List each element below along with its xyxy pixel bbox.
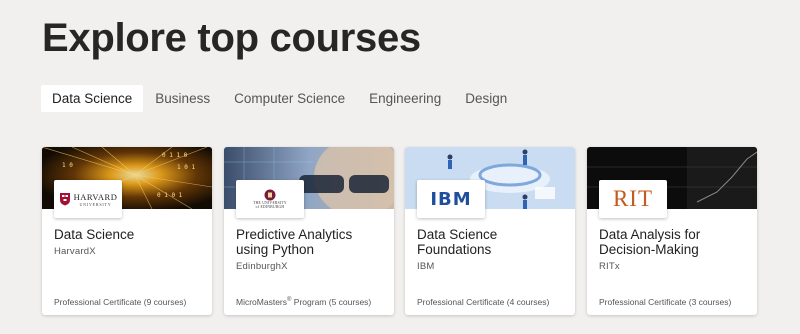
page-title: Explore top courses xyxy=(42,16,421,60)
course-title: Data Science Foundations xyxy=(417,227,498,257)
rit-logo: RIT xyxy=(599,180,667,218)
course-title: Data Analysis for Decision-Making xyxy=(599,227,701,257)
edinburgh-crest-icon xyxy=(264,189,276,201)
tab-design[interactable]: Design xyxy=(453,85,519,112)
course-type: Professional Certificate (9 courses) xyxy=(54,297,187,307)
course-card-data-analysis[interactable]: RIT Data Analysis for Decision-Making RI… xyxy=(587,147,757,315)
course-org: HarvardX xyxy=(54,246,96,257)
tab-engineering[interactable]: Engineering xyxy=(357,85,453,112)
harvard-logo: HARVARD UNIVERSITY xyxy=(54,180,122,218)
subject-tabs: Data Science Business Computer Science E… xyxy=(41,85,519,112)
course-org: RITx xyxy=(599,261,620,272)
svg-text:1 0: 1 0 xyxy=(62,162,73,169)
course-type: Professional Certificate (3 courses) xyxy=(599,297,732,307)
tab-business[interactable]: Business xyxy=(143,85,222,112)
course-title: Predictive Analytics using Python xyxy=(236,227,353,257)
course-card-data-science-foundations[interactable]: IBM Data Science Foundations IBM Profess… xyxy=(405,147,575,315)
course-org: EdinburghX xyxy=(236,261,288,272)
svg-text:0 1 0 1: 0 1 0 1 xyxy=(157,192,183,199)
course-card-predictive-analytics[interactable]: THE UNIVERSITY of EDINBURGH Predictive A… xyxy=(224,147,394,315)
tab-data-science[interactable]: Data Science xyxy=(41,85,144,112)
course-card-data-science[interactable]: 0 1 1 0 1 0 1 0 1 0 1 1 0 HARVARD UNIVERSI… xyxy=(42,147,212,315)
course-type: Professional Certificate (4 courses) xyxy=(417,297,550,307)
svg-text:1 0 1: 1 0 1 xyxy=(177,164,195,171)
svg-text:0 1 1 0: 0 1 1 0 xyxy=(162,152,188,159)
tab-computer-science[interactable]: Computer Science xyxy=(222,85,357,112)
course-org: IBM xyxy=(417,261,435,272)
course-type: MicroMasters® Program (5 courses) xyxy=(236,297,372,307)
course-title: Data Science xyxy=(54,227,135,242)
edinburgh-logo: THE UNIVERSITY of EDINBURGH xyxy=(236,180,304,218)
harvard-shield-icon xyxy=(59,193,70,206)
ibm-logo: IBM xyxy=(417,180,485,218)
